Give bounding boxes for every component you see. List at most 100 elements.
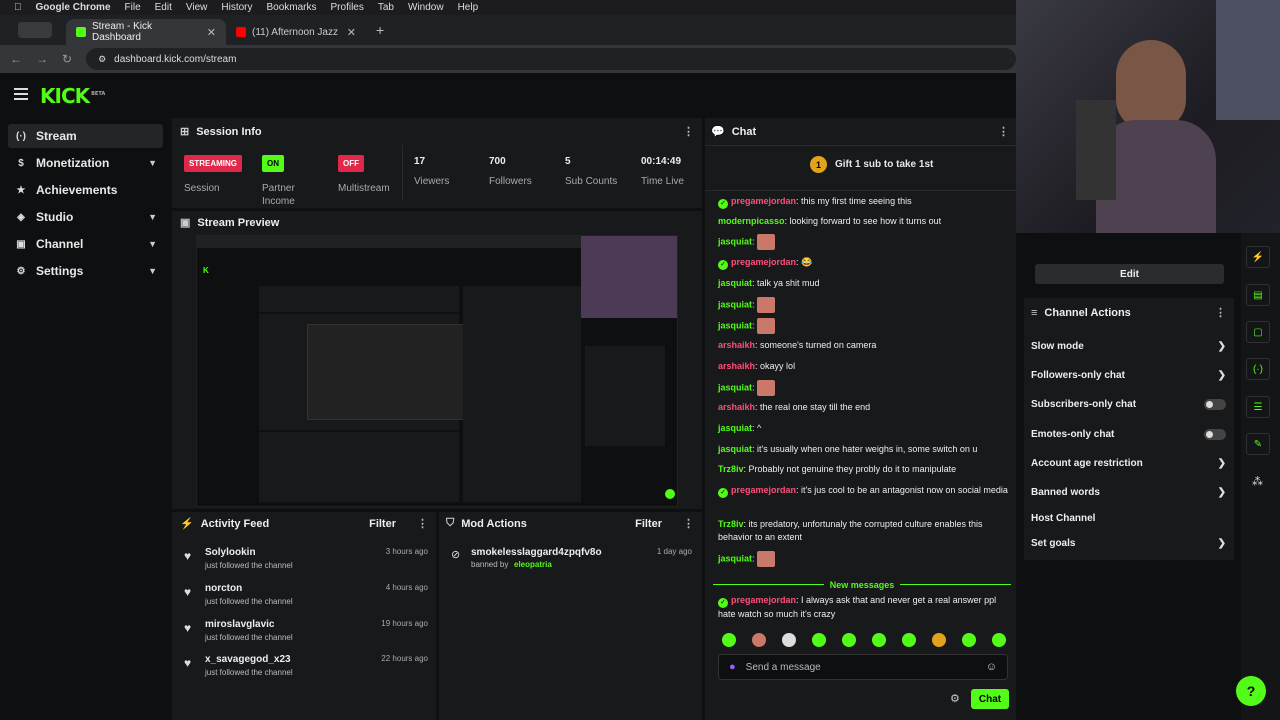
session-icon[interactable]: ▤ [1246,284,1270,306]
help-support-icon[interactable]: ? [1236,676,1266,706]
chat-username[interactable]: pregamejordan [731,196,796,206]
sidebar-item-studio[interactable]: ◈ Studio ▼ [8,205,163,229]
menu-profiles[interactable]: Profiles [331,2,364,13]
stream-preview-video[interactable]: K [196,235,678,507]
sidebar-item-achievements[interactable]: ★ Achievements [8,178,163,202]
chat-username[interactable]: jasquiat [718,382,752,392]
chat-username[interactable]: jasquiat [718,278,752,288]
chat-username[interactable]: jasquiat [718,236,752,246]
emote-icon[interactable] [812,633,826,647]
chat-emote-icon[interactable] [757,297,776,313]
more-options-icon[interactable]: ⋮ [683,517,694,530]
slow-mode-row[interactable]: Slow mode ❯ [1031,337,1226,355]
chat-settings-icon[interactable]: ⚙ [950,692,960,705]
partner-income-badge[interactable]: ON [262,155,284,172]
browser-tab-active[interactable]: Stream - Kick Dashboard ✕ [66,19,226,45]
chat-username[interactable]: jasquiat [718,299,752,309]
chat-emote-icon[interactable] [757,234,776,250]
tab-search-button[interactable] [18,22,52,38]
send-chat-button[interactable]: Chat [971,689,1009,709]
chat-username[interactable]: pregamejordan [731,257,796,267]
sidebar-item-settings[interactable]: ⚙ Settings ▼ [8,259,163,283]
account-age-row[interactable]: Account age restriction ❯ [1031,454,1226,472]
chat-username[interactable]: modernpicasso [718,216,785,226]
apple-icon[interactable]:  [14,2,22,13]
stream-widget-icon[interactable]: (·) [1246,358,1270,380]
chat-emote-icon[interactable] [757,318,776,334]
close-tab-icon[interactable]: ✕ [207,26,216,39]
follower-name[interactable]: norcton [205,583,242,594]
emotes-only-toggle[interactable] [1204,428,1226,440]
follower-name[interactable]: miroslavglavic [205,619,274,630]
chat-username[interactable]: jasquiat [718,423,752,433]
emote-icon[interactable] [902,633,916,647]
menu-help[interactable]: Help [458,2,479,13]
emote-icon[interactable] [962,633,976,647]
emote-icon[interactable] [722,633,736,647]
chat-emote-icon[interactable] [757,380,776,396]
layout-icon[interactable]: ⁂ [1252,475,1263,488]
filter-button[interactable]: Filter [635,518,662,530]
host-channel-row[interactable]: Host Channel [1031,509,1226,527]
reload-icon[interactable]: ↻ [62,52,72,66]
close-tab-icon[interactable]: ✕ [347,26,356,39]
chat-input[interactable]: ● Send a message ☺ [718,654,1008,680]
mod-tools-icon[interactable]: ✎ [1246,433,1270,455]
kick-logo[interactable]: KICK BETA [40,84,105,108]
chat-username[interactable]: Trz8iv [718,519,744,529]
chat-username[interactable]: Trz8iv [718,464,744,474]
site-info-icon[interactable]: ⚙ [98,54,106,65]
filter-button[interactable]: Filter [369,518,396,530]
edit-button[interactable]: Edit [1035,264,1224,284]
emote-icon[interactable] [782,633,796,647]
menu-edit[interactable]: Edit [155,2,172,13]
sidebar-item-monetization[interactable]: $ Monetization ▼ [8,151,163,175]
chat-username[interactable]: jasquiat [718,444,752,454]
chat-username[interactable]: pregamejordan [731,595,796,605]
chat-username[interactable]: jasquiat [718,553,752,563]
emoji-picker-icon[interactable]: ☺ [986,661,997,673]
emote-icon[interactable] [842,633,856,647]
moderator-name[interactable]: eleopatria [514,560,552,569]
banned-user-name[interactable]: smokelesslaggard4zpqfv8o [471,547,602,558]
menubar-app-name[interactable]: Google Chrome [36,2,111,13]
activity-widget-icon[interactable]: ☰ [1246,396,1270,418]
new-tab-icon[interactable]: + [376,22,384,38]
quick-actions-icon[interactable]: ⚡ [1246,246,1270,268]
emote-icon[interactable] [752,633,766,647]
set-goals-row[interactable]: Set goals ❯ [1031,534,1226,552]
follower-name[interactable]: x_savagegod_x23 [205,654,291,665]
chat-emote-icon[interactable] [757,551,776,567]
chat-username[interactable]: arshaikh [718,402,755,412]
chat-username[interactable]: arshaikh [718,361,755,371]
followers-only-row[interactable]: Followers-only chat ❯ [1031,366,1226,384]
menu-file[interactable]: File [125,2,141,13]
menu-icon[interactable] [14,88,28,100]
menu-window[interactable]: Window [408,2,444,13]
chat-username[interactable]: pregamejordan [731,485,796,495]
emote-icon[interactable] [872,633,886,647]
multistream-badge[interactable]: OFF [338,155,364,172]
emote-icon[interactable] [992,633,1006,647]
new-messages-label[interactable]: New messages [830,580,895,590]
follower-name[interactable]: Solylookin [205,547,256,558]
emote-icon[interactable] [932,633,946,647]
gift-sub-banner[interactable]: 1 Gift 1 sub to take 1st [810,156,933,173]
subscribers-only-toggle[interactable] [1204,398,1226,410]
chat-username[interactable]: arshaikh [718,340,755,350]
sidebar-item-stream[interactable]: (·) Stream [8,124,163,148]
back-icon[interactable]: ← [10,52,22,66]
menu-view[interactable]: View [186,2,208,13]
more-options-icon[interactable]: ⋮ [998,125,1009,138]
menu-bookmarks[interactable]: Bookmarks [267,2,317,13]
more-options-icon[interactable]: ⋮ [417,517,428,530]
menu-history[interactable]: History [221,2,252,13]
banned-words-row[interactable]: Banned words ❯ [1031,483,1226,501]
chat-username[interactable]: jasquiat [718,320,752,330]
microphone-icon[interactable]: ● [729,661,736,673]
menu-tab[interactable]: Tab [378,2,394,13]
chat-widget-icon[interactable]: ▢ [1246,321,1270,343]
browser-tab[interactable]: (11) Afternoon Jazz 🎷 [Jazz ✕ [226,19,366,45]
address-bar[interactable]: ⚙ dashboard.kick.com/stream [86,48,1016,70]
forward-icon[interactable]: → [36,52,48,66]
